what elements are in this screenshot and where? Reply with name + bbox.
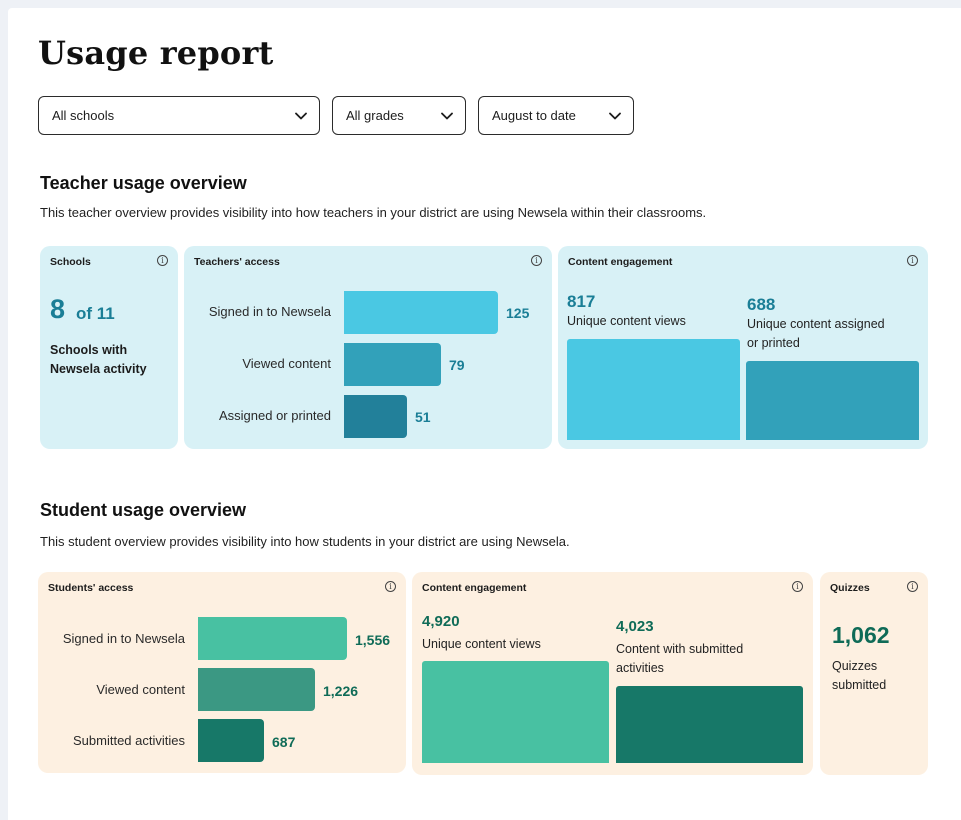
teachers-access-card: Teachers' access i Signed in to Newsela … [184, 246, 552, 449]
student-unique-views-block [422, 661, 609, 763]
date-filter-select[interactable]: August to date [478, 96, 634, 135]
bar-label: Viewed content [242, 356, 331, 371]
bar-value: 51 [415, 409, 431, 425]
students-access-card: Students' access i Signed in to Newsela … [38, 572, 406, 773]
bar-label: Signed in to Newsela [62, 631, 185, 646]
school-filter-value: All schools [52, 108, 115, 123]
info-icon[interactable]: i [157, 255, 168, 266]
student-engagement-title: Content engagement [422, 582, 527, 594]
bar-value: 687 [272, 734, 296, 750]
teacher-assigned-bar [344, 395, 407, 438]
page-title: Usage report [38, 34, 274, 72]
bar-value: 1,226 [323, 683, 359, 699]
quizzes-label: Quizzes submitted [832, 657, 886, 695]
teachers-access-title: Teachers' access [194, 256, 280, 268]
info-icon[interactable]: i [907, 581, 918, 592]
student-submitted-label: Content with submitted activities [616, 640, 743, 678]
bar-label: Signed in to Newsela [208, 304, 331, 319]
assigned-label: Unique content assigned or printed [747, 315, 885, 353]
assigned-label-line: Unique content assigned [747, 317, 885, 331]
assigned-block [746, 361, 919, 440]
teacher-engagement-title: Content engagement [568, 256, 673, 268]
teacher-content-engagement-card: Content engagement i 817 Unique content … [558, 246, 928, 449]
quizzes-card: Quizzes i 1,062 Quizzes submitted [820, 572, 928, 775]
info-icon[interactable]: i [792, 581, 803, 592]
usage-report-page: Usage report All schools All grades Augu… [8, 8, 961, 820]
chevron-down-icon [295, 112, 307, 119]
teacher-viewed-content-bar [344, 343, 441, 386]
schools-active-count: 8 [50, 294, 66, 324]
unique-views-block [567, 339, 740, 440]
bar-label: Submitted activities [73, 733, 185, 748]
teacher-section-description: This teacher overview provides visibilit… [40, 205, 707, 220]
student-unique-views-label: Unique content views [422, 637, 541, 651]
student-section-description: This student overview provides visibilit… [40, 534, 570, 549]
chevron-down-icon [609, 112, 621, 119]
bar-value: 1,556 [355, 632, 391, 648]
grade-filter-value: All grades [346, 108, 404, 123]
student-viewed-content-bar [198, 668, 315, 711]
school-filter-select[interactable]: All schools [38, 96, 320, 135]
student-signed-in-bar [198, 617, 347, 660]
student-section-title: Student usage overview [40, 500, 247, 520]
submitted-label-line: activities [616, 661, 664, 675]
info-icon[interactable]: i [907, 255, 918, 266]
student-submitted-block [616, 686, 803, 763]
bar-label: Assigned or printed [218, 408, 331, 423]
quizzes-value: 1,062 [832, 622, 890, 648]
unique-views-label: Unique content views [567, 314, 686, 328]
schools-label: Schools with Newsela activity [50, 341, 147, 379]
info-icon[interactable]: i [531, 255, 542, 266]
schools-card-title: Schools [50, 256, 91, 268]
teacher-signed-in-bar [344, 291, 498, 334]
assigned-value: 688 [747, 295, 776, 314]
submitted-label-line: Content with submitted [616, 642, 744, 656]
student-submitted-bar [198, 719, 264, 762]
student-unique-views-value: 4,920 [422, 613, 460, 630]
schools-total-count: of 11 [76, 304, 115, 323]
teacher-section-title: Teacher usage overview [40, 173, 247, 193]
quizzes-label-line: Quizzes [832, 659, 878, 673]
schools-label-line: Newsela activity [50, 362, 147, 376]
quizzes-title: Quizzes [830, 582, 870, 594]
quizzes-label-line: submitted [832, 678, 887, 692]
students-access-title: Students' access [48, 582, 134, 594]
date-filter-value: August to date [492, 108, 576, 123]
chevron-down-icon [441, 112, 453, 119]
unique-views-value: 817 [567, 292, 596, 311]
bar-label: Viewed content [96, 682, 185, 697]
schools-card: Schools i 8 of 11 Schools with Newsela a… [40, 246, 178, 449]
schools-label-line: Schools with [50, 343, 128, 357]
bar-value: 125 [506, 305, 530, 321]
student-submitted-value: 4,023 [616, 618, 654, 635]
bar-value: 79 [449, 357, 465, 373]
info-icon[interactable]: i [385, 581, 396, 592]
grade-filter-select[interactable]: All grades [332, 96, 466, 135]
assigned-label-line: or printed [747, 336, 800, 350]
student-content-engagement-card: Content engagement i 4,920 Unique conten… [412, 572, 813, 775]
